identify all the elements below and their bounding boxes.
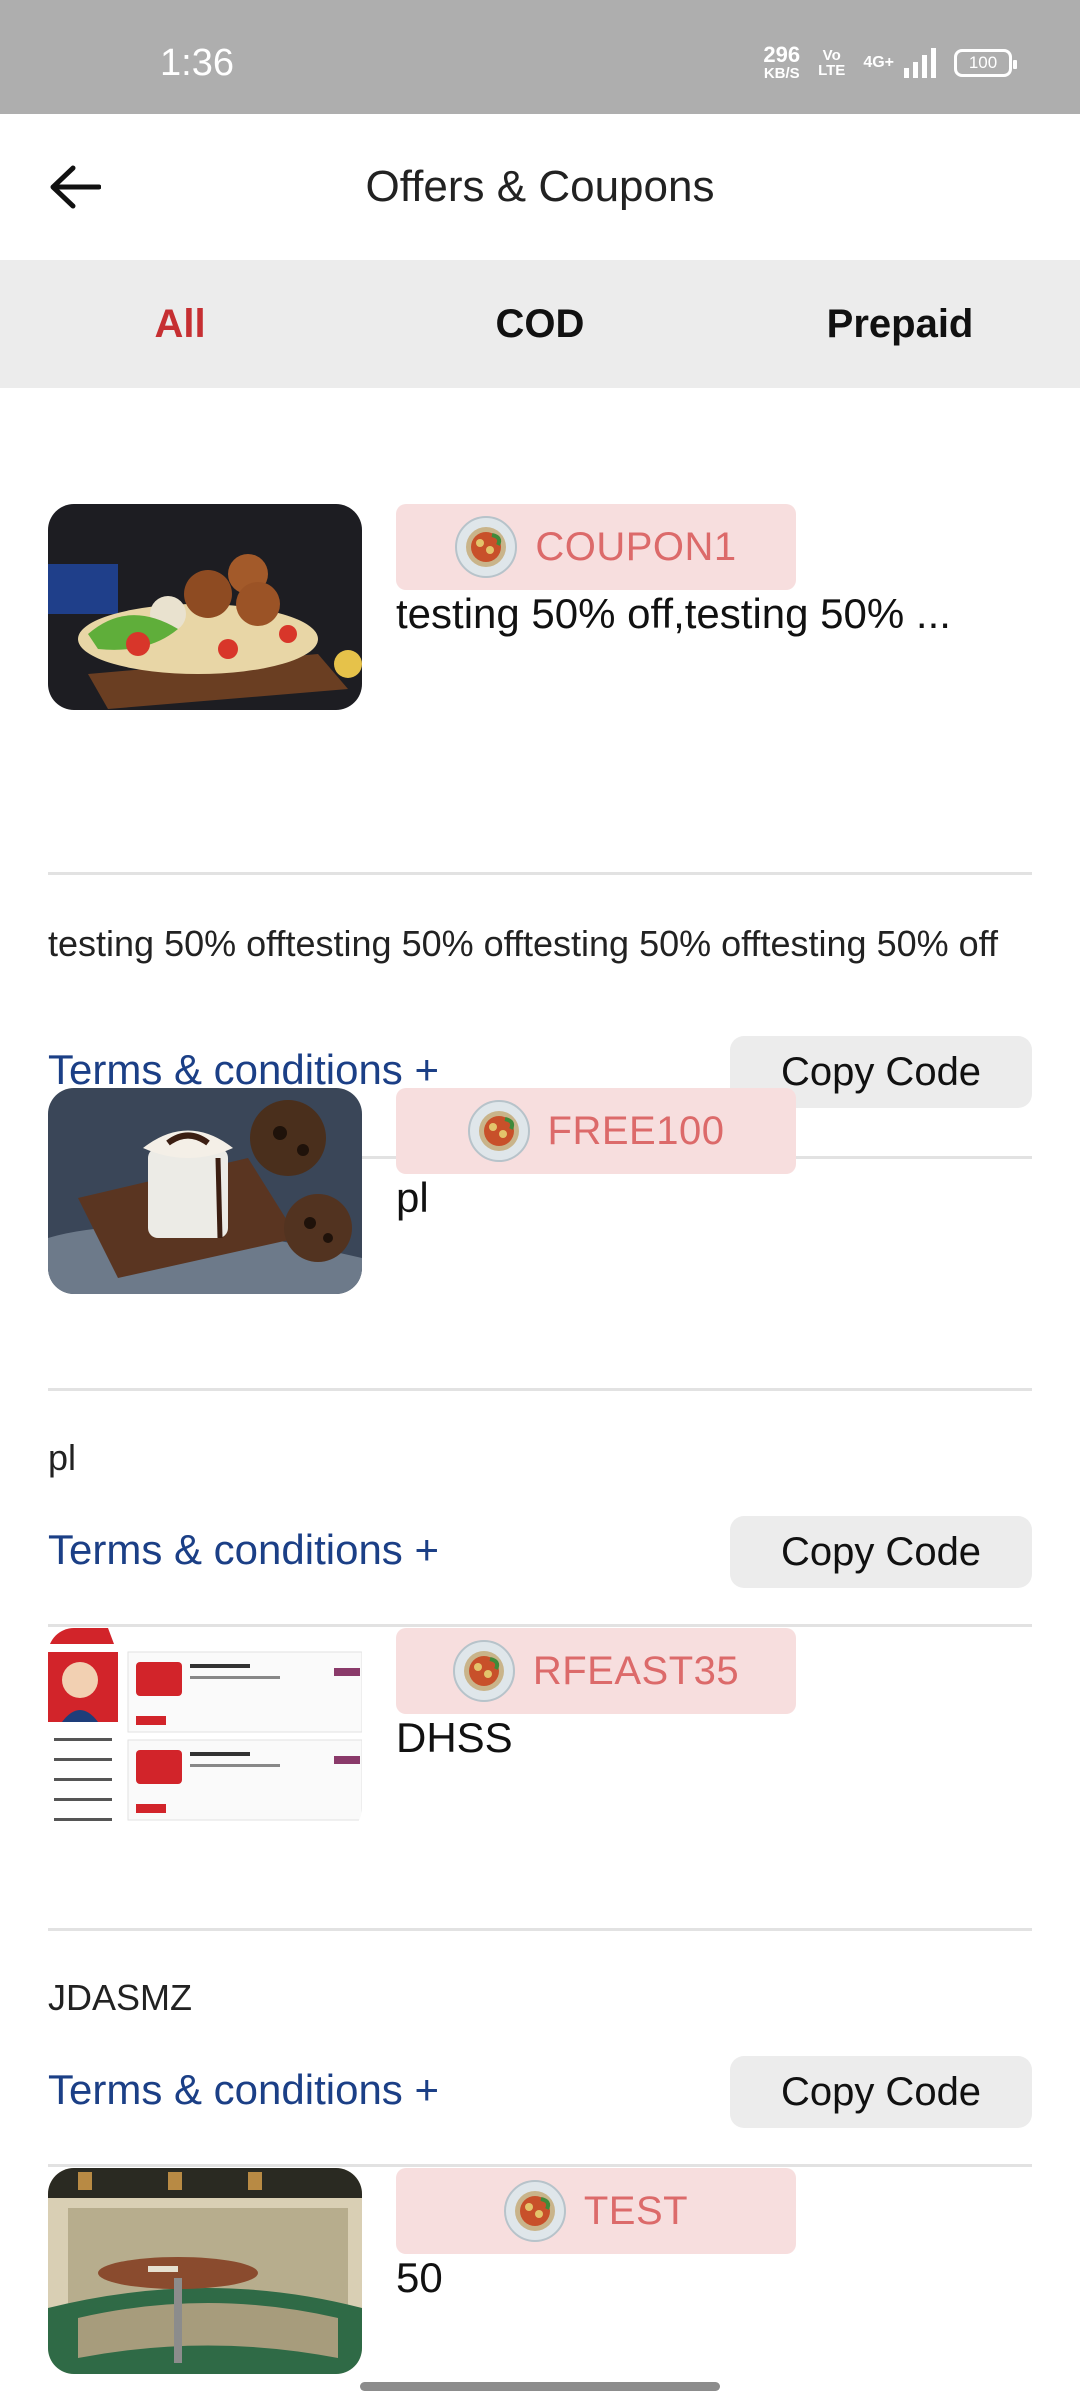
tab-prepaid[interactable]: Prepaid [720,260,1080,388]
app-bar: Offers & Coupons [0,114,1080,260]
divider [48,1624,1032,1627]
filter-tabs: All COD Prepaid [0,260,1080,388]
coupon-code: COUPON1 [535,524,737,569]
divider [48,1388,1032,1391]
divider [48,872,1032,875]
status-icons: 296 KB/S Vo LTE 4G+ 100 [763,42,1017,82]
tab-all[interactable]: All [0,260,360,388]
offer-image [48,2168,362,2374]
coupon-code: FREE100 [547,1108,725,1153]
signal-icon [904,47,936,78]
page-title: Offers & Coupons [365,162,715,211]
status-time: 1:36 [160,42,234,84]
status-bar: 1:36 296 KB/S Vo LTE 4G+ 100 [0,0,1080,114]
home-indicator[interactable] [360,2382,720,2391]
coupon-code-badge: FREE100 [396,1088,796,1174]
battery-icon: 100 [954,48,1017,77]
coupon-code: RFEAST35 [532,1648,740,1693]
terms-link[interactable]: Terms & conditions + [48,1526,439,1574]
food-bowl-icon [503,2180,566,2242]
food-bowl-icon [467,1100,530,1162]
network-speed: 296 KB/S [763,42,801,82]
food-bowl-icon [455,516,518,578]
offer-image [48,504,362,710]
coupon-code-badge: RFEAST35 [396,1628,796,1714]
offer-description: testing 50% offtesting 50% offtesting 50… [48,923,998,964]
copy-code-button[interactable]: Copy Code [730,1516,1032,1588]
offer-title: DHSS [396,1714,513,1761]
offer-title: pl [396,1174,429,1221]
divider [48,2164,1032,2167]
coupon-code-badge: TEST [396,2168,796,2254]
offer-title: 50 [396,2254,443,2301]
terms-link[interactable]: Terms & conditions + [48,1046,439,1094]
offer-image [48,1628,362,1834]
tab-cod[interactable]: COD [360,260,720,388]
offer-description: pl [48,1437,77,1478]
network-type: 4G+ [863,53,894,71]
coupon-code-badge: COUPON1 [396,504,796,590]
coupon-code: TEST [583,2188,689,2233]
offer-description: JDASMZ [48,1977,192,2018]
divider [48,1928,1032,1931]
copy-code-button[interactable]: Copy Code [730,2056,1032,2128]
volte-icon: Vo LTE [818,46,846,79]
food-bowl-icon [452,1640,515,1702]
offer-image [48,1088,362,1294]
terms-link[interactable]: Terms & conditions + [48,2066,439,2114]
offer-title: testing 50% off,testing 50% ... [396,590,951,637]
